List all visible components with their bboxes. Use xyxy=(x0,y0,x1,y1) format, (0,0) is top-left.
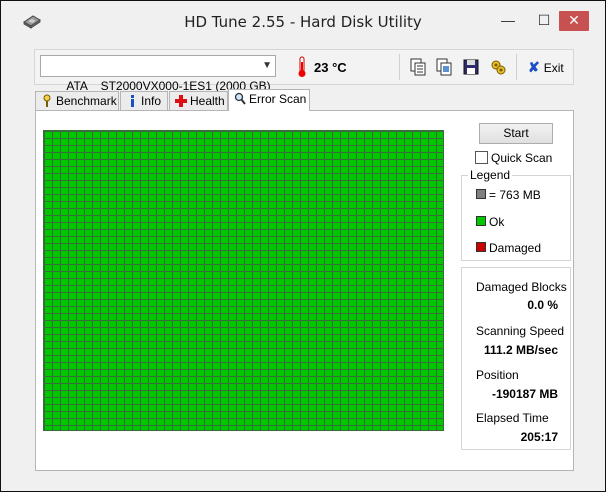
magnifier-icon xyxy=(234,92,246,105)
info-icon xyxy=(131,95,134,107)
toolbar-divider xyxy=(516,54,517,80)
tab-label: Info xyxy=(141,94,162,108)
thermometer-icon xyxy=(298,56,306,77)
legend-item-block-size: = 763 MB xyxy=(476,188,541,202)
minimize-button[interactable]: — xyxy=(493,11,523,31)
health-icon xyxy=(175,95,187,107)
temperature-readout: 23 °C xyxy=(314,60,347,75)
checkbox-box[interactable] xyxy=(475,151,488,164)
legend-label: = 763 MB xyxy=(489,188,541,202)
error-scan-panel: Start Quick Scan Legend = 763 MB Ok Dama… xyxy=(35,110,574,471)
quick-scan-label: Quick Scan xyxy=(491,151,553,165)
tab-benchmark[interactable]: Benchmark xyxy=(35,91,119,110)
tab-label: Health xyxy=(190,94,225,108)
copy-screenshot-icon[interactable] xyxy=(435,58,453,76)
title-bar[interactable]: HD Tune 2.55 - Hard Disk Utility — ☐ ✕ xyxy=(1,1,605,41)
tab-label: Benchmark xyxy=(56,94,117,108)
legend-label: Ok xyxy=(489,215,505,229)
tab-health[interactable]: Health xyxy=(169,91,228,110)
toolbar-divider xyxy=(399,54,400,80)
exit-icon: ✘ xyxy=(528,59,540,75)
stats-group: Damaged Blocks 0.0 % Scanning Speed 111.… xyxy=(461,267,571,450)
gray-swatch-icon xyxy=(476,189,486,199)
damaged-blocks-label: Damaged Blocks xyxy=(476,280,567,294)
scanning-speed-label: Scanning Speed xyxy=(476,324,565,338)
legend-label: Damaged xyxy=(489,241,542,255)
drive-select[interactable]: ATA ST2000VX000-1ES1 (2000 GB) ▼ xyxy=(40,55,276,93)
red-swatch-icon xyxy=(476,242,486,252)
start-button[interactable]: Start xyxy=(479,123,553,144)
legend-group: Legend = 763 MB Ok Damaged xyxy=(461,168,571,261)
chevron-down-icon: ▼ xyxy=(262,60,272,71)
save-icon[interactable] xyxy=(462,58,480,76)
position-value: -190187 MB xyxy=(491,387,558,401)
toolbar: ATA ST2000VX000-1ES1 (2000 GB) ▼ 23 °C ✘… xyxy=(34,49,574,93)
tab-info[interactable]: Info xyxy=(120,91,168,110)
legend-title: Legend xyxy=(468,168,513,182)
scanning-speed-value: 111.2 MB/sec xyxy=(483,343,558,357)
legend-item-ok: Ok xyxy=(476,215,504,229)
tab-error-scan[interactable]: Error Scan xyxy=(228,89,310,111)
copy-text-icon[interactable] xyxy=(409,58,427,76)
close-button[interactable]: ✕ xyxy=(559,11,589,31)
exit-button[interactable]: ✘ Exit xyxy=(528,58,564,76)
legend-item-damaged: Damaged xyxy=(476,241,541,255)
exit-label: Exit xyxy=(543,61,564,75)
damaged-blocks-value: 0.0 % xyxy=(527,298,558,312)
position-label: Position xyxy=(476,368,519,382)
quick-scan-checkbox[interactable]: Quick Scan xyxy=(475,151,552,165)
maximize-button[interactable]: ☐ xyxy=(529,11,559,31)
main-window: HD Tune 2.55 - Hard Disk Utility — ☐ ✕ A… xyxy=(0,0,606,492)
tab-label: Error Scan xyxy=(249,92,307,106)
elapsed-time-label: Elapsed Time xyxy=(476,411,549,425)
green-swatch-icon xyxy=(476,216,486,226)
scan-block-map xyxy=(43,130,444,431)
options-icon[interactable] xyxy=(489,58,507,76)
elapsed-time-value: 205:17 xyxy=(520,430,558,444)
benchmark-icon xyxy=(43,94,51,107)
